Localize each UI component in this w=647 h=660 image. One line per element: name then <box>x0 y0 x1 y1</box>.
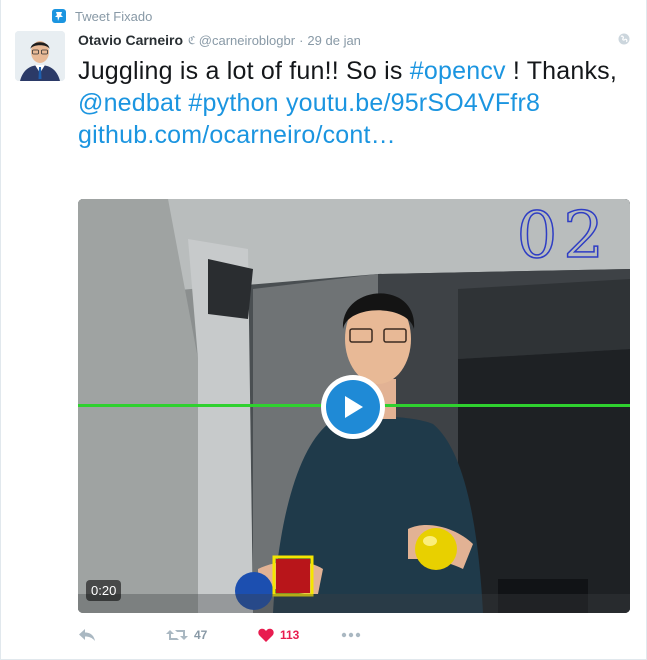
author-badge: ℭ <box>188 34 196 47</box>
more-button[interactable] <box>341 624 361 646</box>
tweet-text-part: Juggling is a lot of fun!! So is <box>78 57 410 85</box>
tweet-header: Otavio Carneiro ℭ @carneiroblogbr · 29 d… <box>78 31 617 49</box>
video-player[interactable]: 02 0:20 <box>78 199 630 613</box>
timeline-border-left <box>0 0 1 660</box>
retweet-button[interactable]: 47 <box>166 624 207 646</box>
globe-icon <box>618 33 630 45</box>
tweet-timestamp[interactable]: 29 de jan <box>307 33 361 48</box>
author-handle[interactable]: @carneiroblogbr <box>199 33 295 48</box>
hashtag-python[interactable]: #python <box>188 89 278 117</box>
tweet-text-part: ! Thanks, <box>505 57 618 85</box>
mention-nedbat[interactable]: @nedbat <box>78 89 181 117</box>
heart-icon <box>258 628 274 642</box>
retweet-icon <box>166 630 188 640</box>
video-duration: 0:20 <box>86 580 122 601</box>
youtube-link[interactable]: youtu.be/95rSO4VFfr8 <box>286 89 540 117</box>
avatar-image <box>15 31 65 81</box>
tweet-actions: 47 113 <box>78 624 478 646</box>
avatar[interactable] <box>15 31 65 81</box>
hashtag-opencv[interactable]: #opencv <box>410 57 506 85</box>
overlay-counter: 02 <box>516 199 610 274</box>
more-icon <box>341 632 361 638</box>
tweet-text: Juggling is a lot of fun!! So is #opencv… <box>78 55 633 151</box>
play-icon <box>345 396 363 418</box>
play-button-inner <box>326 380 380 434</box>
retweet-count: 47 <box>194 628 208 642</box>
author-name[interactable]: Otavio Carneiro <box>78 32 183 48</box>
reply-icon <box>79 629 95 641</box>
pinned-indicator: Tweet Fixado <box>52 7 152 25</box>
github-link[interactable]: github.com/ocarneiro/cont… <box>78 121 396 149</box>
pin-icon <box>52 9 66 23</box>
header-separator: · <box>299 32 304 48</box>
like-button[interactable]: 113 <box>258 624 299 646</box>
reply-button[interactable] <box>78 624 96 646</box>
like-count: 113 <box>280 628 300 642</box>
tweet-text-part <box>279 89 286 117</box>
play-button[interactable] <box>321 375 385 439</box>
pinned-label: Tweet Fixado <box>75 8 153 24</box>
